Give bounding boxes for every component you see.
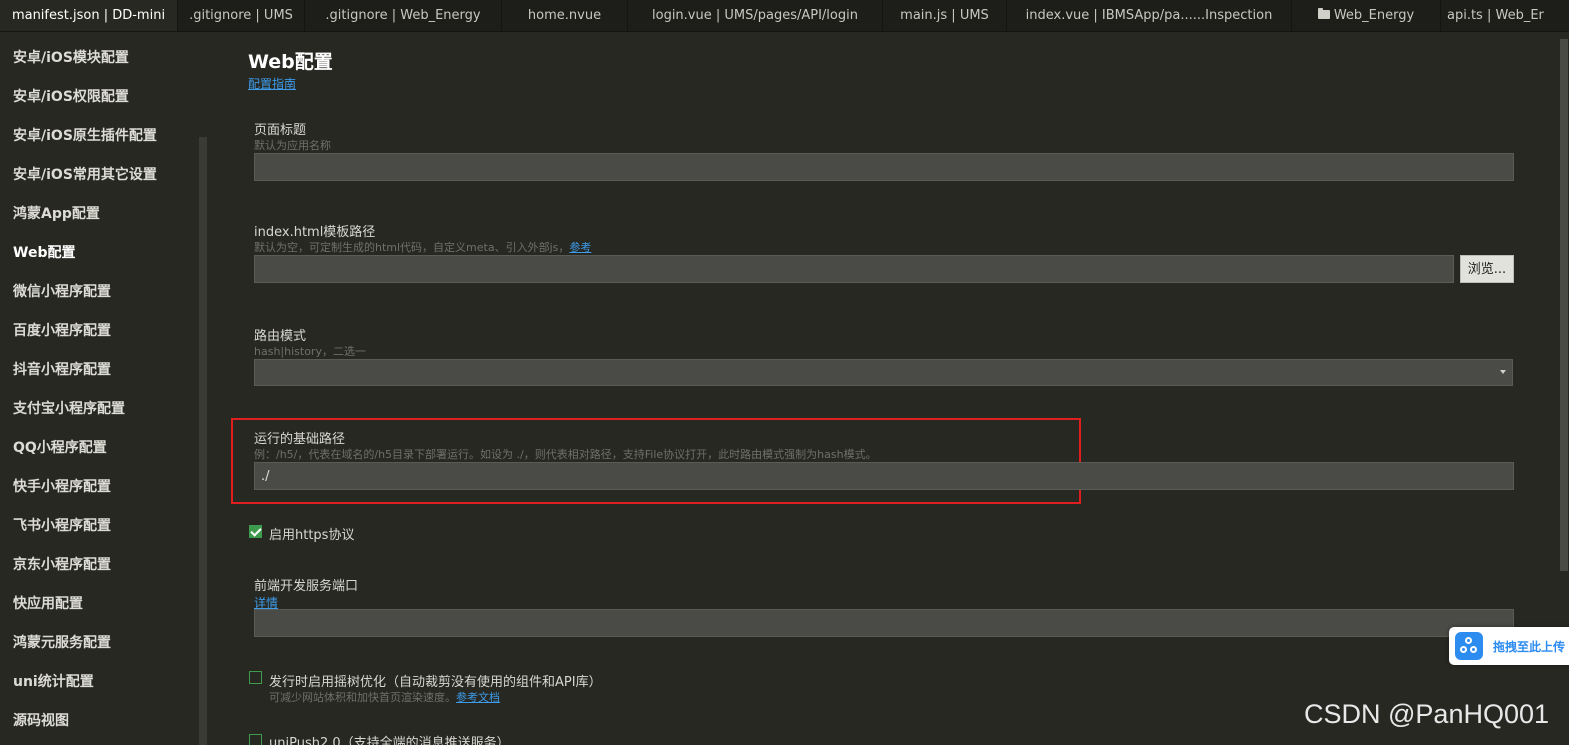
tree-shaking-docs-link[interactable]: 参考文档: [456, 691, 500, 704]
tab-home-nvue[interactable]: home.nvue: [502, 0, 628, 31]
sidebar-item-qq-mp[interactable]: QQ小程序配置: [13, 437, 107, 457]
settings-sidebar: 安卓/iOS模块配置 安卓/iOS权限配置 安卓/iOS原生插件配置 安卓/iO…: [0, 32, 208, 745]
index-template-reference-link[interactable]: 参考: [569, 241, 591, 254]
sidebar-item-wechat-mp[interactable]: 微信小程序配置: [13, 281, 111, 301]
https-checkbox-label: 启用https协议: [269, 528, 355, 543]
tree-shaking-hint-text: 可减少网站体积和加快首页渲染速度。: [269, 691, 456, 704]
unipush-label: uniPush2.0（支持全端的消息推送服务）: [269, 736, 510, 745]
upload-label: 拖拽至此上传: [1493, 640, 1566, 654]
tree-shaking-label: 发行时启用摇树优化（自动裁剪没有使用的组件和API库）: [269, 675, 602, 690]
index-template-hint-text: 默认为空，可定制生成的html代码，自定义meta、引入外部js，: [254, 241, 570, 254]
tab-label: home.nvue: [527, 8, 602, 23]
index-template-label: index.html模板路径: [254, 225, 376, 240]
router-mode-hint: hash|history，二选一: [254, 345, 366, 358]
sidebar-scrollbar[interactable]: [199, 137, 207, 745]
base-path-label: 运行的基础路径: [254, 432, 346, 447]
sidebar-item-quickapp[interactable]: 快应用配置: [13, 593, 83, 613]
router-mode-label: 路由模式: [254, 329, 307, 344]
sidebar-item-harmony-atomic[interactable]: 鸿蒙元服务配置: [13, 632, 111, 652]
sidebar-item-web[interactable]: Web配置: [13, 242, 75, 262]
folder-icon: [1317, 8, 1330, 19]
config-guide-link[interactable]: 配置指南: [248, 75, 296, 92]
tab-label: .gitignore | Web_Energy: [325, 8, 481, 23]
tab-label: login.vue | UMS/pages/API/login: [652, 8, 858, 23]
sidebar-item-uni-stats[interactable]: uni统计配置: [13, 671, 94, 691]
base-path-hint: 例：/h5/，代表在域名的/h5目录下部署运行。如设为 ./，则代表相对路径，支…: [254, 448, 877, 461]
page-title: Web配置: [248, 51, 333, 73]
page-title-hint: 默认为应用名称: [254, 139, 331, 152]
tree-shaking-checkbox[interactable]: [249, 671, 262, 684]
base-path-input[interactable]: [254, 462, 1514, 490]
dev-port-input[interactable]: [254, 609, 1514, 637]
sidebar-item-android-ios-modules[interactable]: 安卓/iOS模块配置: [13, 47, 129, 67]
sidebar-item-douyin-mp[interactable]: 抖音小程序配置: [13, 359, 111, 379]
tab-manifest-json[interactable]: manifest.json | DD-mini: [0, 0, 178, 31]
sidebar-item-baidu-mp[interactable]: 百度小程序配置: [13, 320, 111, 340]
tab-login-vue[interactable]: login.vue | UMS/pages/API/login: [628, 0, 883, 31]
page-title-label: 页面标题: [254, 123, 307, 138]
sidebar-item-android-ios-permissions[interactable]: 安卓/iOS权限配置: [13, 86, 129, 106]
cloud-upload-icon: [1455, 632, 1483, 660]
sidebar-item-jd-mp[interactable]: 京东小程序配置: [13, 554, 111, 574]
sidebar-item-kuaishou-mp[interactable]: 快手小程序配置: [13, 476, 111, 496]
sidebar-item-feishu-mp[interactable]: 飞书小程序配置: [13, 515, 111, 535]
tab-web-energy-folder[interactable]: Web_Energy: [1292, 0, 1441, 31]
tab-label: manifest.json | DD-mini: [11, 8, 166, 23]
page-title-input[interactable]: [254, 153, 1514, 181]
tab-label: Web_Energy: [1333, 8, 1415, 23]
tree-shaking-hint: 可减少网站体积和加快首页渲染速度。参考文档: [269, 689, 500, 705]
unipush-checkbox[interactable]: [249, 734, 262, 745]
sidebar-item-android-ios-other[interactable]: 安卓/iOS常用其它设置: [13, 164, 157, 184]
tab-index-vue[interactable]: index.vue | IBMSApp/pa......Inspection: [1007, 0, 1292, 31]
tab-label: index.vue | IBMSApp/pa......Inspection: [1025, 8, 1273, 23]
tab-api-ts[interactable]: api.ts | Web_Er: [1441, 0, 1569, 31]
tab-gitignore-web-energy[interactable]: .gitignore | Web_Energy: [305, 0, 502, 31]
tab-label: .gitignore | UMS: [189, 8, 293, 23]
watermark: CSDN @PanHQ001: [1304, 699, 1550, 729]
index-template-input[interactable]: [254, 255, 1454, 283]
sidebar-item-source-view[interactable]: 源码视图: [13, 710, 69, 730]
dev-port-label: 前端开发服务端口: [254, 579, 359, 594]
tab-gitignore-ums[interactable]: .gitignore | UMS: [178, 0, 305, 31]
chevron-down-icon: [1500, 370, 1506, 374]
https-checkbox[interactable]: [249, 525, 262, 538]
tab-label: main.js | UMS: [900, 8, 989, 23]
sidebar-item-alipay-mp[interactable]: 支付宝小程序配置: [13, 398, 125, 418]
tab-label: api.ts | Web_Er: [1447, 8, 1544, 23]
sidebar-item-android-ios-native-plugins[interactable]: 安卓/iOS原生插件配置: [13, 125, 157, 145]
upload-widget[interactable]: 拖拽至此上传: [1449, 627, 1569, 665]
editor-tab-bar: manifest.json | DD-mini .gitignore | UMS…: [0, 0, 1569, 32]
index-template-hint: 默认为空，可定制生成的html代码，自定义meta、引入外部js，参考: [254, 239, 591, 255]
browse-button[interactable]: 浏览...: [1460, 255, 1514, 283]
tab-main-js[interactable]: main.js | UMS: [883, 0, 1007, 31]
sidebar-item-harmony-app[interactable]: 鸿蒙App配置: [13, 203, 100, 223]
router-mode-select[interactable]: [254, 359, 1513, 386]
main-scrollbar[interactable]: [1560, 39, 1568, 571]
web-config-panel: Web配置 配置指南 页面标题 默认为应用名称 index.html模板路径 默…: [208, 32, 1569, 745]
